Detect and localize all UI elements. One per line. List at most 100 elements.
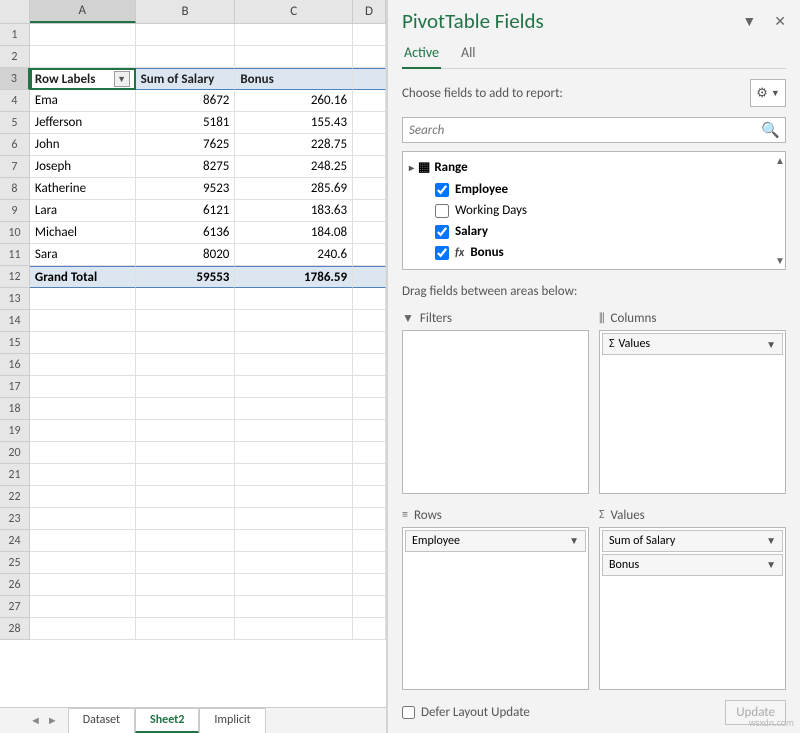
- cell[interactable]: [353, 332, 386, 354]
- cell[interactable]: [353, 552, 386, 574]
- row-header[interactable]: 24: [0, 530, 30, 552]
- cell[interactable]: [353, 266, 386, 288]
- cell[interactable]: [353, 90, 386, 112]
- cell[interactable]: [235, 530, 353, 552]
- cell[interactable]: [353, 618, 386, 640]
- cell[interactable]: 260.16: [235, 90, 353, 112]
- cell[interactable]: [30, 310, 136, 332]
- row-header[interactable]: 10: [0, 222, 30, 244]
- sheet-tab[interactable]: Dataset: [68, 708, 135, 733]
- cell[interactable]: [353, 420, 386, 442]
- values-area[interactable]: ΣValues Sum of Salary▼Bonus▼: [599, 504, 786, 691]
- row-header[interactable]: 13: [0, 288, 30, 310]
- cell[interactable]: 248.25: [235, 156, 353, 178]
- defer-checkbox-input[interactable]: [402, 706, 415, 719]
- field-chip[interactable]: Bonus▼: [602, 554, 783, 576]
- cell[interactable]: [353, 156, 386, 178]
- field-checkbox[interactable]: [435, 246, 449, 260]
- cell[interactable]: [30, 332, 136, 354]
- row-header[interactable]: 27: [0, 596, 30, 618]
- cell[interactable]: Michael: [30, 222, 136, 244]
- row-header[interactable]: 4: [0, 90, 30, 112]
- close-icon[interactable]: ✕: [774, 13, 786, 30]
- row-header[interactable]: 17: [0, 376, 30, 398]
- rows-area[interactable]: ≡Rows Employee▼: [402, 504, 589, 691]
- cell[interactable]: [136, 376, 236, 398]
- row-header[interactable]: 5: [0, 112, 30, 134]
- row-header[interactable]: 22: [0, 486, 30, 508]
- cell[interactable]: [353, 398, 386, 420]
- select-all-corner[interactable]: [0, 0, 30, 24]
- cell[interactable]: [353, 442, 386, 464]
- cell[interactable]: [136, 24, 236, 46]
- cell[interactable]: 5181: [136, 112, 236, 134]
- cell[interactable]: [235, 508, 353, 530]
- cell[interactable]: 59553: [136, 266, 236, 288]
- values-well[interactable]: Sum of Salary▼Bonus▼: [599, 527, 786, 691]
- cell[interactable]: 184.08: [235, 222, 353, 244]
- cell[interactable]: [235, 552, 353, 574]
- row-header[interactable]: 25: [0, 552, 30, 574]
- cell[interactable]: Grand Total: [30, 266, 136, 288]
- tab-nav[interactable]: ◄ ►: [30, 714, 58, 727]
- cell[interactable]: [235, 332, 353, 354]
- col-header-d[interactable]: D: [353, 0, 386, 23]
- cell[interactable]: [353, 46, 386, 68]
- row-header[interactable]: 14: [0, 310, 30, 332]
- collapse-icon[interactable]: ▸: [409, 161, 414, 174]
- cell[interactable]: [30, 508, 136, 530]
- field-list[interactable]: ▸ ▦ Range EmployeeWorking DaysSalaryfxBo…: [402, 151, 786, 270]
- cell[interactable]: [353, 310, 386, 332]
- cell[interactable]: Ema: [30, 90, 136, 112]
- chevron-down-icon[interactable]: ▼: [569, 534, 579, 547]
- cell[interactable]: [136, 354, 236, 376]
- cell[interactable]: [136, 442, 236, 464]
- pane-menu-icon[interactable]: ▼: [742, 13, 756, 30]
- cell[interactable]: [235, 46, 353, 68]
- cell[interactable]: [353, 354, 386, 376]
- cell[interactable]: [30, 574, 136, 596]
- cell[interactable]: [30, 288, 136, 310]
- cell[interactable]: [30, 552, 136, 574]
- field-item[interactable]: Working Days: [407, 200, 781, 221]
- cell[interactable]: [136, 486, 236, 508]
- row-header[interactable]: 12: [0, 266, 30, 288]
- cell[interactable]: [235, 354, 353, 376]
- cell[interactable]: [235, 398, 353, 420]
- fields-settings-button[interactable]: ⚙ ▼: [750, 79, 786, 107]
- cell[interactable]: [136, 574, 236, 596]
- row-header[interactable]: 8: [0, 178, 30, 200]
- cell[interactable]: [235, 420, 353, 442]
- filters-area[interactable]: ▼Filters: [402, 307, 589, 494]
- field-chip[interactable]: Sum of Salary▼: [602, 530, 783, 552]
- cell[interactable]: [353, 222, 386, 244]
- cell[interactable]: [136, 618, 236, 640]
- cell[interactable]: [30, 464, 136, 486]
- cell[interactable]: 6136: [136, 222, 236, 244]
- columns-area[interactable]: ⫼Columns ΣValues▼: [599, 307, 786, 494]
- cell[interactable]: [30, 596, 136, 618]
- row-header[interactable]: 7: [0, 156, 30, 178]
- row-header[interactable]: 9: [0, 200, 30, 222]
- row-header[interactable]: 2: [0, 46, 30, 68]
- cell[interactable]: 228.75: [235, 134, 353, 156]
- cell[interactable]: [235, 24, 353, 46]
- chevron-down-icon[interactable]: ▼: [766, 558, 776, 571]
- cell[interactable]: 183.63: [235, 200, 353, 222]
- cell[interactable]: [235, 486, 353, 508]
- row-header[interactable]: 15: [0, 332, 30, 354]
- cell[interactable]: Lara: [30, 200, 136, 222]
- cell[interactable]: [136, 398, 236, 420]
- cell[interactable]: Joseph: [30, 156, 136, 178]
- cell[interactable]: [30, 420, 136, 442]
- cell[interactable]: [353, 574, 386, 596]
- grid-body[interactable]: 123Row Labels▼Sum of SalaryBonus4Ema8672…: [0, 24, 386, 707]
- field-chip[interactable]: ΣValues▼: [602, 333, 783, 355]
- cell[interactable]: [235, 310, 353, 332]
- rows-well[interactable]: Employee▼: [402, 527, 589, 691]
- row-header[interactable]: 26: [0, 574, 30, 596]
- cell[interactable]: [353, 178, 386, 200]
- row-header[interactable]: 21: [0, 464, 30, 486]
- cell[interactable]: [235, 618, 353, 640]
- cell[interactable]: 8275: [136, 156, 236, 178]
